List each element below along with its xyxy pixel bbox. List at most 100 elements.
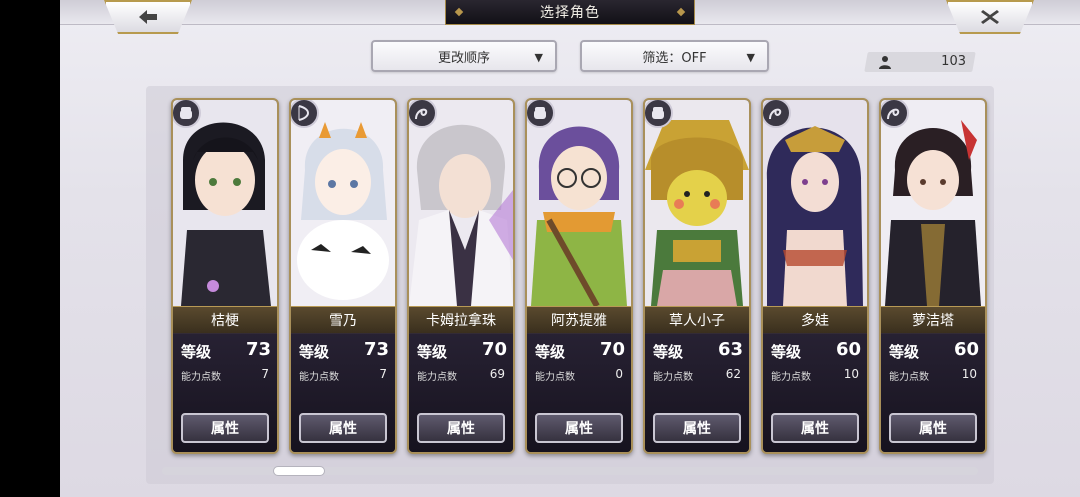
ability-points-row: 能力点数 10 [769, 367, 861, 383]
level-value: 60 [835, 339, 861, 360]
whip-icon [409, 100, 437, 128]
whip-icon [881, 100, 909, 128]
filter-dropdown[interactable]: 筛选：OFF ▼ [580, 40, 769, 72]
level-value: 60 [953, 339, 979, 360]
character-stats: 等级 73 能力点数 7 属性 [173, 333, 277, 452]
person-icon [879, 56, 891, 69]
level-value: 73 [363, 339, 389, 360]
fist-icon [645, 100, 673, 128]
character-name: 桔梗 [173, 306, 277, 334]
close-x-icon [981, 10, 999, 24]
level-value: 70 [599, 339, 625, 360]
ability-points-label: 能力点数 [889, 372, 929, 383]
level-row: 等级 70 [533, 339, 625, 361]
character-portrait [645, 100, 749, 306]
ability-points-row: 能力点数 7 [297, 367, 389, 383]
ability-points-row: 能力点数 62 [651, 367, 743, 383]
attributes-button[interactable]: 属性 [771, 413, 859, 443]
character-name: 雪乃 [291, 306, 395, 334]
level-row: 等级 60 [887, 339, 979, 361]
level-label: 等级 [417, 343, 448, 361]
ability-points-label: 能力点数 [535, 372, 575, 383]
character-stats: 等级 73 能力点数 7 属性 [291, 333, 395, 452]
arrow-left-icon [139, 10, 157, 24]
attributes-button[interactable]: 属性 [181, 413, 269, 443]
bow-icon [291, 100, 319, 128]
attributes-button[interactable]: 属性 [889, 413, 977, 443]
chevron-down-icon: ▼ [746, 51, 755, 64]
level-value: 63 [717, 339, 743, 360]
character-name: 卡姆拉拿珠 [409, 306, 513, 334]
sort-order-label: 更改顺序 [437, 50, 490, 66]
level-label: 等级 [771, 343, 802, 361]
character-name: 萝洁塔 [881, 306, 985, 334]
ability-points-row: 能力点数 69 [415, 367, 507, 383]
level-row: 等级 60 [769, 339, 861, 361]
ability-points-label: 能力点数 [417, 372, 457, 383]
ability-points-value: 10 [843, 367, 859, 381]
ability-points-row: 能力点数 0 [533, 367, 625, 383]
ability-points-label: 能力点数 [299, 372, 339, 383]
level-value: 73 [245, 339, 271, 360]
character-name: 多娃 [763, 306, 867, 334]
page-title: 选择角色 [445, 0, 695, 25]
level-label: 等级 [181, 343, 212, 361]
ability-points-value: 7 [261, 367, 269, 381]
character-stats: 等级 63 能力点数 62 属性 [645, 333, 749, 452]
fist-icon [173, 100, 201, 128]
character-portrait [409, 100, 513, 306]
character-stats: 等级 60 能力点数 10 属性 [763, 333, 867, 452]
character-portrait [763, 100, 867, 306]
level-row: 等级 70 [415, 339, 507, 361]
filter-label: 筛选：OFF [642, 50, 707, 66]
attributes-button[interactable]: 属性 [417, 413, 505, 443]
character-name: 草人小子 [645, 306, 749, 334]
character-card[interactable]: 桔梗 等级 73 能力点数 7 属性 [171, 98, 279, 454]
scrollbar-thumb[interactable] [273, 466, 325, 476]
character-card[interactable]: 草人小子 等级 63 能力点数 62 属性 [643, 98, 751, 454]
ability-points-label: 能力点数 [181, 372, 221, 383]
ability-points-value: 69 [489, 367, 505, 381]
level-value: 70 [481, 339, 507, 360]
ability-points-value: 0 [615, 367, 623, 381]
ability-points-value: 62 [725, 367, 741, 381]
character-card[interactable]: 卡姆拉拿珠 等级 70 能力点数 69 属性 [407, 98, 515, 454]
chevron-down-icon: ▼ [534, 51, 543, 64]
back-button[interactable] [104, 0, 192, 34]
level-label: 等级 [299, 343, 330, 361]
character-card[interactable]: 阿苏提雅 等级 70 能力点数 0 属性 [525, 98, 633, 454]
fist-icon [527, 100, 555, 128]
character-name: 阿苏提雅 [527, 306, 631, 334]
level-label: 等级 [889, 343, 920, 361]
level-row: 等级 73 [297, 339, 389, 361]
ability-points-value: 7 [379, 367, 387, 381]
ability-points-row: 能力点数 10 [887, 367, 979, 383]
page-title-text: 选择角色 [540, 5, 600, 21]
character-portrait [527, 100, 631, 306]
ability-points-value: 10 [961, 367, 977, 381]
character-card[interactable]: 多娃 等级 60 能力点数 10 属性 [761, 98, 869, 454]
attributes-button[interactable]: 属性 [653, 413, 741, 443]
ability-points-label: 能力点数 [653, 372, 693, 383]
character-stats: 等级 60 能力点数 10 属性 [881, 333, 985, 452]
level-label: 等级 [535, 343, 566, 361]
attributes-button[interactable]: 属性 [299, 413, 387, 443]
sort-order-dropdown[interactable]: 更改顺序 ▼ [371, 40, 557, 72]
close-button[interactable] [946, 0, 1034, 34]
character-stats: 等级 70 能力点数 69 属性 [409, 333, 513, 452]
whip-icon [763, 100, 791, 128]
character-portrait [881, 100, 985, 306]
character-stats: 等级 70 能力点数 0 属性 [527, 333, 631, 452]
level-row: 等级 73 [179, 339, 271, 361]
character-card[interactable]: 雪乃 等级 73 能力点数 7 属性 [289, 98, 397, 454]
ability-points-row: 能力点数 7 [179, 367, 271, 383]
character-card[interactable]: 萝洁塔 等级 60 能力点数 10 属性 [879, 98, 987, 454]
character-count: 103 [941, 54, 966, 69]
level-label: 等级 [653, 343, 684, 361]
attributes-button[interactable]: 属性 [535, 413, 623, 443]
level-row: 等级 63 [651, 339, 743, 361]
screen: 选择角色 更改顺序 ▼ 筛选：OFF ▼ 103 桔梗 等级 73 能力点数 7… [60, 0, 1080, 497]
character-portrait [173, 100, 277, 306]
character-portrait [291, 100, 395, 306]
ability-points-label: 能力点数 [771, 372, 811, 383]
